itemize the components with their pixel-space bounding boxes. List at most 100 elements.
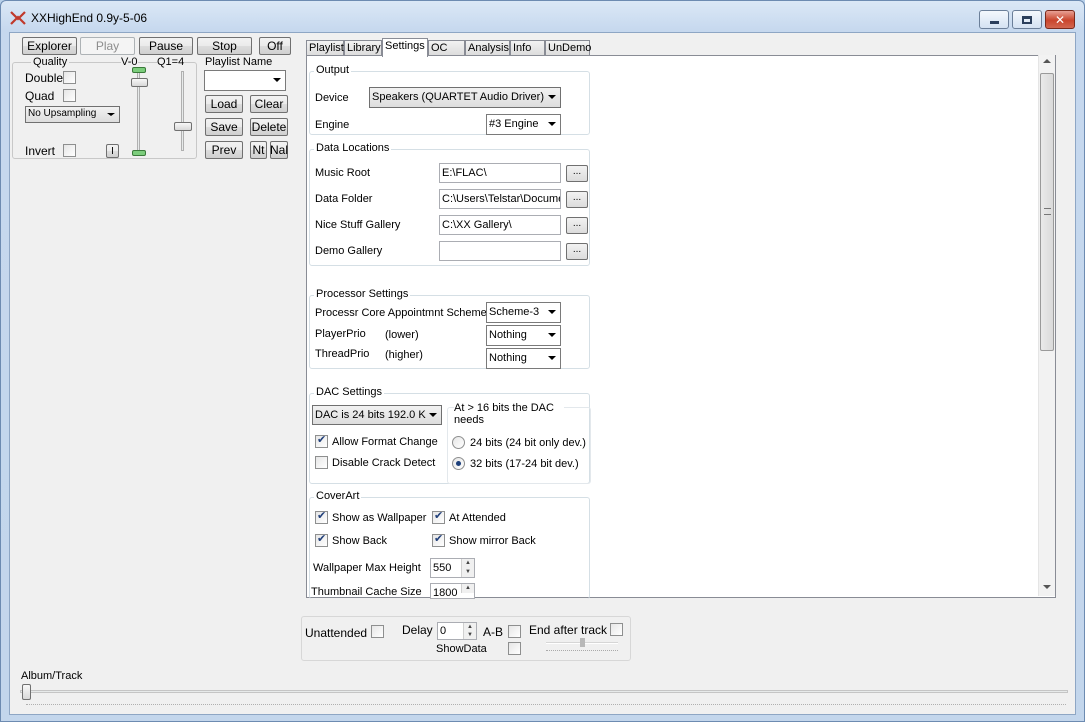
invert-label: Invert [25, 144, 56, 158]
play-button[interactable]: Play [80, 37, 135, 55]
maximize-button[interactable] [1012, 10, 1042, 29]
volume-slider[interactable] [130, 67, 148, 156]
demo-gallery-label: Demo Gallery [315, 245, 383, 257]
player-prio-label: PlayerPrio [315, 328, 366, 340]
load-button[interactable]: Load [205, 95, 243, 113]
device-select[interactable]: Speakers (QUARTET Audio Driver) [369, 87, 561, 108]
coverart-title: CoverArt [314, 490, 362, 502]
tab-oc[interactable]: OC [428, 40, 465, 56]
app-window: XXHighEnd 0.9y-5-06 ✕ Explorer Play Paus… [0, 0, 1085, 722]
delay-label: Delay [402, 623, 433, 637]
prev-button[interactable]: Prev [205, 141, 243, 159]
nice-stuff-gallery-field[interactable]: C:\XX Gallery\ [439, 215, 561, 235]
data-folder-browse-button[interactable]: ... [566, 191, 588, 208]
app-logo-icon [10, 11, 26, 25]
scroll-up-icon[interactable] [1043, 59, 1051, 63]
show-back-label: Show Back [332, 535, 388, 547]
disable-crack-detect-checkbox[interactable] [315, 456, 328, 469]
tab-analysis[interactable]: Analysis [465, 40, 510, 56]
dac-32bit-label: 32 bits (17-24 bit dev.) [470, 458, 579, 470]
player-prio-hint: (lower) [385, 329, 419, 341]
tab-playlist[interactable]: Playlist [306, 40, 344, 56]
nice-stuff-gallery-label: Nice Stuff Gallery [315, 219, 401, 231]
show-as-wallpaper-label: Show as Wallpaper [332, 512, 427, 524]
double-checkbox[interactable] [63, 71, 76, 84]
data-locations-title: Data Locations [314, 142, 392, 154]
show-mirror-back-checkbox[interactable] [432, 532, 445, 547]
close-button[interactable]: ✕ [1045, 10, 1075, 29]
end-track-slider[interactable] [546, 638, 618, 654]
dac-title: DAC Settings [314, 386, 385, 398]
dac-24bit-radio[interactable] [452, 436, 465, 449]
scroll-thumb[interactable] [1040, 73, 1054, 351]
end-after-track-label: End after track [529, 623, 608, 637]
demo-gallery-field[interactable] [439, 241, 561, 261]
player-prio-select[interactable]: Nothing [486, 325, 561, 346]
spin-down-icon[interactable]: ▼ [463, 631, 476, 639]
thumbnail-cache-spinner[interactable]: 1800 ▲ [430, 583, 475, 599]
music-root-field[interactable]: E:\FLAC\ [439, 163, 561, 183]
allow-format-change-checkbox[interactable] [315, 433, 328, 448]
playlist-name-select[interactable] [204, 70, 286, 91]
explorer-button[interactable]: Explorer [22, 37, 77, 55]
delete-button[interactable]: Delete [250, 118, 288, 136]
q1-slider[interactable] [173, 71, 193, 153]
at-attended-checkbox[interactable] [432, 509, 445, 524]
spin-up-icon[interactable]: ▲ [463, 623, 476, 631]
data-folder-label: Data Folder [315, 193, 373, 205]
minimize-button[interactable] [979, 10, 1009, 29]
settings-panel: Output Device Speakers (QUARTET Audio Dr… [306, 55, 1056, 599]
showdata-checkbox[interactable] [508, 642, 521, 655]
invert-checkbox[interactable] [63, 144, 76, 157]
album-track-slider[interactable] [20, 683, 1072, 711]
spin-up-icon[interactable]: ▲ [461, 559, 474, 568]
quad-checkbox[interactable] [63, 89, 76, 102]
minimize-icon [989, 21, 999, 24]
window-title: XXHighEnd 0.9y-5-06 [31, 11, 148, 25]
close-icon: ✕ [1054, 12, 1066, 27]
disable-crack-detect-label: Disable Crack Detect [332, 457, 436, 469]
ab-checkbox[interactable] [508, 625, 521, 638]
demo-gallery-browse-button[interactable]: ... [566, 243, 588, 260]
tab-undemo[interactable]: UnDemo [545, 40, 591, 56]
delay-spinner[interactable]: 0 ▲ ▼ [437, 622, 477, 640]
pause-button[interactable]: Pause [139, 37, 193, 55]
spin-down-icon[interactable]: ▼ [461, 568, 474, 577]
unattended-checkbox[interactable] [371, 625, 384, 638]
music-root-browse-button[interactable]: ... [566, 165, 588, 182]
end-after-track-checkbox[interactable] [610, 623, 623, 636]
settings-scrollbar[interactable] [1038, 55, 1055, 596]
dac-24bit-label: 24 bits (24 bit only dev.) [470, 437, 586, 449]
quad-label: Quad [25, 89, 55, 103]
wallpaper-max-height-spinner[interactable]: 550 ▲ ▼ [430, 558, 475, 578]
i-button[interactable]: I [106, 144, 119, 158]
spin-up-icon[interactable]: ▲ [461, 584, 474, 593]
show-back-checkbox[interactable] [315, 532, 328, 547]
engine-select[interactable]: #3 Engine [486, 114, 561, 135]
nal-button[interactable]: Nal [270, 141, 288, 159]
quality-label: Quality [31, 56, 70, 68]
dac-32bit-radio[interactable] [452, 457, 465, 470]
stop-button[interactable]: Stop [197, 37, 252, 55]
scroll-down-icon[interactable] [1043, 585, 1051, 589]
tab-info[interactable]: Info [510, 40, 545, 56]
allow-format-change-label: Allow Format Change [332, 436, 438, 448]
upsampling-select[interactable]: No Upsampling [25, 106, 120, 123]
off-button[interactable]: Off [259, 37, 291, 55]
tab-library[interactable]: Library [344, 40, 382, 56]
playlist-name-label: Playlist Name [205, 56, 273, 68]
device-label: Device [315, 92, 349, 104]
title-bar[interactable]: XXHighEnd 0.9y-5-06 ✕ [1, 1, 1084, 33]
thread-prio-select[interactable]: Nothing [486, 348, 561, 369]
thumbnail-cache-label: Thumbnail Cache Size [311, 586, 422, 598]
data-folder-field[interactable]: C:\Users\Telstar\Docume [439, 189, 561, 209]
dac-select[interactable]: DAC is 24 bits 192.0 K [312, 405, 442, 425]
show-as-wallpaper-checkbox[interactable] [315, 509, 328, 524]
tab-settings[interactable]: Settings [382, 38, 428, 57]
engine-label: Engine [315, 119, 350, 131]
nt-button[interactable]: Nt [250, 141, 267, 159]
clear-button[interactable]: Clear [250, 95, 288, 113]
nice-stuff-gallery-browse-button[interactable]: ... [566, 217, 588, 234]
scheme-select[interactable]: Scheme-3 [486, 302, 561, 323]
save-button[interactable]: Save [205, 118, 243, 136]
